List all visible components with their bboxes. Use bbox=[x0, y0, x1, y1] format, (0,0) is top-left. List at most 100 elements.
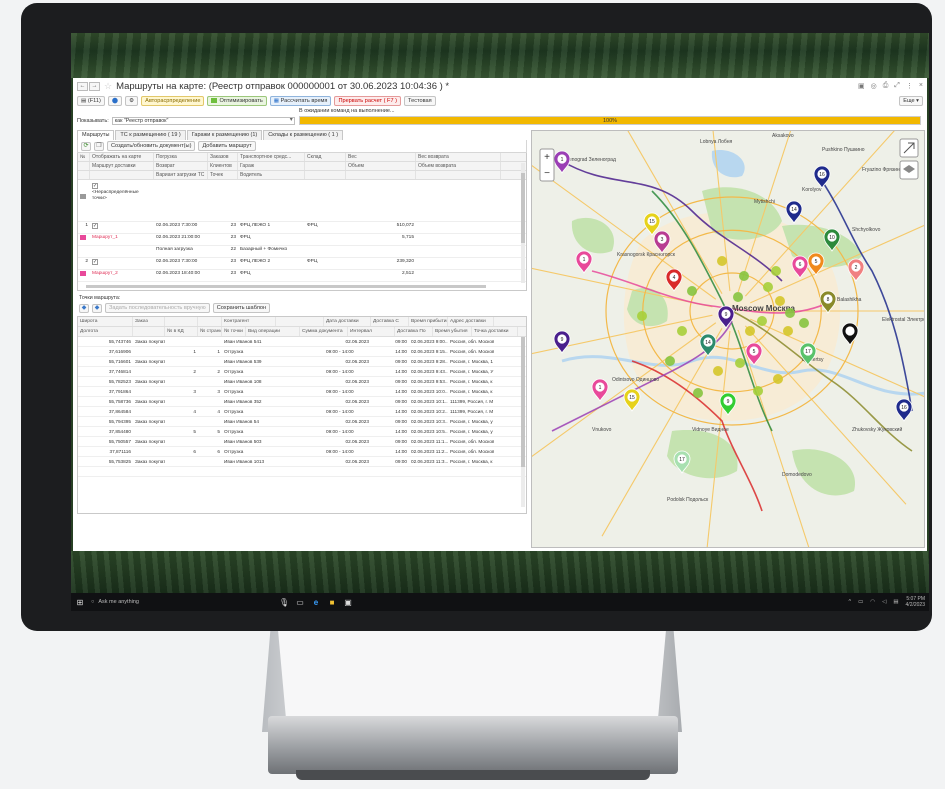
tab-routes[interactable]: Маршруты bbox=[77, 130, 115, 140]
table-row-unassigned[interactable]: ✓ <Нераспределённые точки> bbox=[78, 180, 526, 222]
point-cluster[interactable] bbox=[785, 308, 795, 318]
table-row[interactable] bbox=[78, 467, 526, 477]
calc-time-button[interactable]: ▦ Рассчитать время bbox=[269, 96, 332, 106]
header-cell[interactable]: Точка доставки bbox=[472, 327, 518, 336]
microphone-icon[interactable]: 🎙 bbox=[279, 598, 289, 607]
tab-garages[interactable]: Гаражи к размещению (1) bbox=[186, 130, 263, 140]
show-on-map-checkbox[interactable]: ✓ bbox=[92, 183, 98, 189]
edge-icon[interactable]: e bbox=[311, 598, 321, 607]
test-button[interactable]: Тестовая bbox=[404, 96, 436, 106]
back-button[interactable]: ← bbox=[77, 81, 88, 91]
header-cell[interactable]: Время прибытия bbox=[409, 317, 448, 326]
header-cell[interactable]: Отображать на карте bbox=[90, 153, 154, 161]
table-row[interactable]: 55,753825 Заказ покупателя 000000001013 о… bbox=[78, 457, 526, 467]
routes-scrollbar[interactable] bbox=[521, 163, 525, 283]
point-cluster[interactable] bbox=[753, 386, 763, 396]
favorite-star-icon[interactable]: ☆ bbox=[104, 81, 112, 92]
table-row[interactable]: 55,782523 Заказ покупателя 000000000108 о… bbox=[78, 377, 526, 387]
clock[interactable]: 5:07 PM 4/2/2023 bbox=[906, 596, 925, 608]
table-row[interactable]: Полная загрузка 22 Базарный + Фомичко bbox=[78, 246, 526, 258]
table-row[interactable]: 55,743746 Заказ покупателя 000000000541 о… bbox=[78, 337, 526, 347]
show-on-map-checkbox[interactable]: ✓ bbox=[92, 223, 98, 229]
table-row[interactable]: 37,871116 6 6 Отгрузка 09:00 - 14:00 14:00 02.… bbox=[78, 447, 526, 457]
header-cell[interactable]: Возврат bbox=[154, 162, 208, 170]
table-row[interactable]: 37,864584 4 4 Отгрузка 09:00 - 14:00 14:00 02.… bbox=[78, 407, 526, 417]
refresh-icon[interactable]: ⟳ bbox=[81, 141, 91, 151]
table-row[interactable]: 37,791864 3 3 Отгрузка 09:00 - 14:00 14:00 02.… bbox=[78, 387, 526, 397]
point-cluster[interactable] bbox=[717, 256, 727, 266]
tab-vehicles[interactable]: ТС к размещению ( 19 ) bbox=[115, 130, 186, 140]
header-cell[interactable]: № в КД bbox=[165, 327, 198, 336]
header-cell[interactable]: Доставка По bbox=[395, 327, 433, 336]
move-up-icon[interactable]: ◆ bbox=[79, 303, 89, 313]
task-view-icon[interactable]: ▭ bbox=[295, 598, 305, 607]
routes-hscrollbar[interactable] bbox=[86, 285, 486, 288]
table-row[interactable]: 55,794395 Заказ покупателя 000000000054 о… bbox=[78, 417, 526, 427]
header-cell[interactable]: Вид операции bbox=[246, 327, 300, 336]
volume-icon[interactable]: ◁ bbox=[882, 599, 886, 605]
copy-icon[interactable]: ❐ bbox=[94, 141, 104, 151]
header-cell[interactable]: Погрузка bbox=[154, 153, 208, 161]
point-cluster[interactable] bbox=[783, 326, 793, 336]
point-cluster[interactable] bbox=[713, 366, 723, 376]
header-cell[interactable]: Транспортное средс... bbox=[238, 153, 305, 161]
header-cell[interactable] bbox=[305, 171, 346, 179]
point-cluster[interactable] bbox=[665, 356, 675, 366]
table-row[interactable]: Маршрут_2 02.06.2023 18:40:00 23 ФРЦ 2,512 bbox=[78, 270, 526, 282]
menu-dots-icon[interactable]: ⋮ bbox=[906, 82, 913, 90]
save-icon[interactable]: ▣ bbox=[858, 82, 865, 90]
header-cell[interactable]: Водитель bbox=[238, 171, 305, 179]
forward-button[interactable]: → bbox=[89, 81, 100, 91]
point-cluster[interactable] bbox=[799, 318, 809, 328]
header-cell[interactable] bbox=[305, 162, 346, 170]
header-cell[interactable]: Маршрут доставки bbox=[90, 162, 154, 170]
map-canvas[interactable]: Lobnya Лобня Pushkino Пушкино Mytishchi Kor… bbox=[532, 131, 925, 548]
point-cluster[interactable] bbox=[637, 311, 647, 321]
header-cell[interactable]: Вес возврата bbox=[416, 153, 501, 161]
stop-calc-button[interactable]: Прервать расчет ( F7 ) bbox=[334, 96, 401, 106]
header-cell[interactable] bbox=[133, 327, 165, 336]
table-row[interactable]: 55,750557 Заказ покупателя 000000000503 о… bbox=[78, 437, 526, 447]
header-cell[interactable]: Гараж bbox=[238, 162, 305, 170]
battery-icon[interactable]: ▭ bbox=[858, 599, 863, 605]
header-cell[interactable] bbox=[416, 171, 501, 179]
header-cell[interactable]: Склад bbox=[305, 153, 346, 161]
header-cell[interactable] bbox=[78, 162, 90, 170]
header-cell[interactable]: Контрагент bbox=[222, 317, 276, 326]
point-cluster[interactable] bbox=[733, 292, 743, 302]
table-row[interactable]: 1 ✓ 02.06.2023 7:30:00 23 ФРЦ ЛЕЖО 1 ФРЦ 510,0… bbox=[78, 222, 526, 234]
header-cell[interactable]: Интервал bbox=[348, 327, 395, 336]
header-cell[interactable]: Адрес доставки bbox=[448, 317, 494, 326]
link-icon[interactable]: ⤢ bbox=[894, 82, 900, 90]
table-row[interactable]: 2 ✓ 02.06.2023 7:30:00 23 ФРЦ ЛЕЖО 2 ФРЦ 239,3… bbox=[78, 258, 526, 270]
table-row[interactable]: Маршрут_1 02.06.2023 21:00:00 23 ФРЦ 5,715 bbox=[78, 234, 526, 246]
header-cell[interactable]: Вариант загрузки ТС bbox=[154, 171, 208, 179]
show-select[interactable]: как "Реестр отправок" bbox=[111, 117, 295, 125]
header-cell[interactable]: Дата доставки bbox=[324, 317, 371, 326]
header-cell[interactable]: Сумма документа bbox=[300, 327, 348, 336]
header-cell[interactable] bbox=[165, 317, 198, 326]
header-cell[interactable]: Заказ bbox=[133, 317, 165, 326]
table-row[interactable]: 55,758736 Заказ покупателя 000000000352 о… bbox=[78, 397, 526, 407]
header-cell[interactable] bbox=[346, 171, 416, 179]
point-cluster[interactable] bbox=[757, 316, 767, 326]
set-sequence-button[interactable]: Задать последовательность вручную bbox=[105, 303, 210, 313]
header-cell[interactable]: Клиентов bbox=[208, 162, 238, 170]
add-route-button[interactable]: Добавить маршрут bbox=[198, 141, 256, 151]
header-cell[interactable]: Доставка С bbox=[371, 317, 409, 326]
header-cell[interactable]: Время убытия bbox=[433, 327, 472, 336]
header-cell[interactable]: Объем bbox=[346, 162, 416, 170]
header-cell[interactable]: Широта bbox=[78, 317, 133, 326]
auto-distribute-button[interactable]: Авторасрпределение bbox=[141, 96, 205, 106]
header-cell[interactable] bbox=[276, 317, 324, 326]
header-cell[interactable]: Вес bbox=[346, 153, 416, 161]
point-cluster[interactable] bbox=[745, 326, 755, 336]
create-docs-button[interactable]: Создать/обновить документ(ы) bbox=[107, 141, 196, 151]
header-cell[interactable]: Долгота bbox=[78, 327, 133, 336]
optimize-button[interactable]: Оптимизировать bbox=[207, 96, 267, 106]
notification-icon[interactable]: ▤ bbox=[893, 599, 898, 605]
points-scrollbar[interactable] bbox=[521, 337, 525, 507]
globe-button[interactable]: ⬤ bbox=[107, 96, 123, 106]
settings-button[interactable]: ⚙ bbox=[125, 96, 139, 106]
show-on-map-checkbox[interactable]: ✓ bbox=[92, 259, 98, 265]
